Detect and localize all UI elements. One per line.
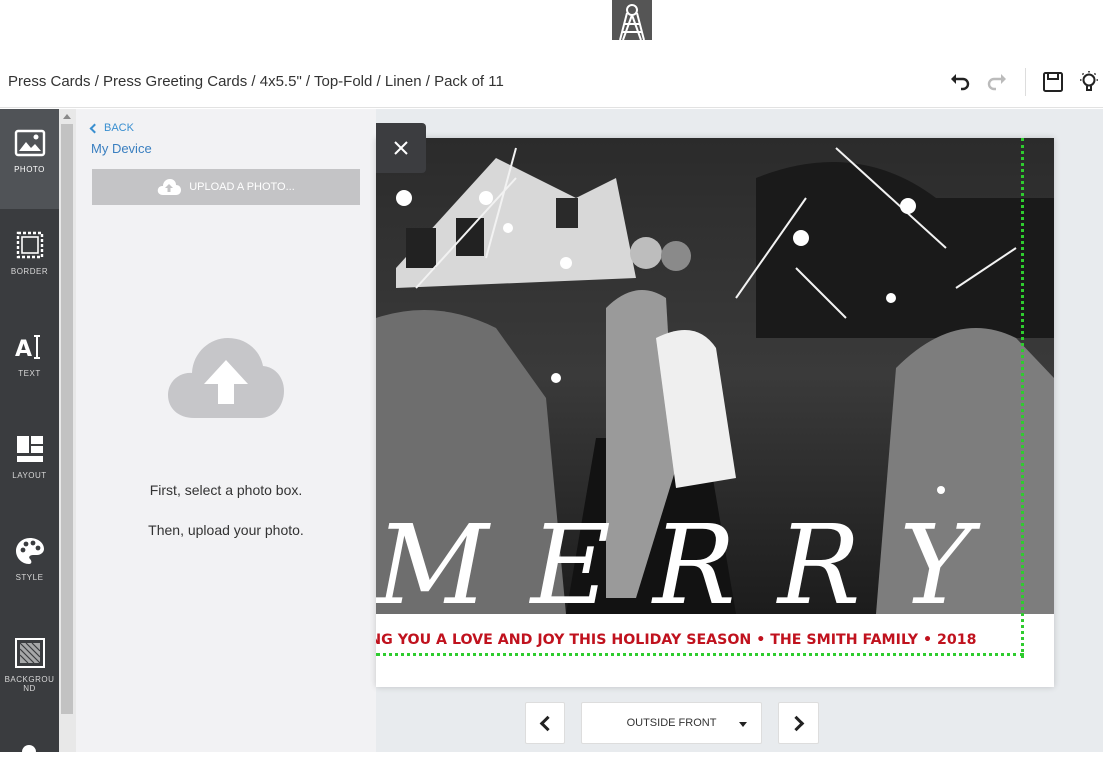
design-canvas: MERRY ING YOU A LOVE AND JOY THIS HOLIDA… bbox=[376, 109, 1103, 752]
next-page-button[interactable] bbox=[778, 702, 819, 744]
safe-area-guide-horizontal bbox=[376, 653, 1024, 656]
hint-select-box: First, select a photo box. bbox=[149, 482, 303, 498]
card-greeting[interactable]: ING YOU A LOVE AND JOY THIS HOLIDAY SEAS… bbox=[376, 632, 1054, 648]
text-icon: A bbox=[15, 335, 40, 362]
page-select[interactable]: OUTSIDE FRONT bbox=[581, 702, 762, 744]
caret-down-icon bbox=[739, 722, 747, 727]
cloud-upload-icon bbox=[168, 338, 284, 418]
safe-area-guide-vertical bbox=[1021, 138, 1024, 658]
save-icon bbox=[1043, 72, 1063, 92]
panel-scrollbar[interactable] bbox=[59, 109, 76, 752]
cloud-upload-icon bbox=[157, 179, 182, 195]
photo-panel: BACK My Device UPLOAD A PHOTO... First, … bbox=[76, 109, 376, 752]
lightbulb-icon bbox=[1080, 71, 1098, 91]
chevron-left-icon bbox=[89, 123, 100, 133]
layout-icon bbox=[16, 436, 43, 462]
brand-logo[interactable] bbox=[612, 0, 652, 40]
palette-icon bbox=[15, 538, 44, 564]
hint-upload: Then, upload your photo. bbox=[148, 522, 304, 538]
undo-button[interactable] bbox=[946, 68, 974, 96]
tool-rail: PHOTO BORDER A TEXT LAYOUT STYLE BACKGRO… bbox=[0, 109, 59, 759]
tips-button[interactable] bbox=[1075, 68, 1103, 96]
rail-item-layout[interactable]: LAYOUT bbox=[0, 415, 59, 515]
toolbar-divider bbox=[1025, 68, 1026, 96]
scroll-thumb[interactable] bbox=[61, 124, 73, 714]
scroll-up-arrow-icon[interactable] bbox=[63, 114, 71, 119]
chevron-right-icon bbox=[788, 715, 805, 731]
redo-icon bbox=[987, 74, 1006, 91]
top-bar bbox=[0, 0, 1103, 56]
rail-item-photo[interactable]: PHOTO bbox=[0, 109, 59, 209]
background-icon bbox=[14, 638, 45, 668]
rail-item-border[interactable]: BORDER bbox=[0, 211, 59, 311]
rail-label: STYLE bbox=[15, 573, 44, 582]
rail-item-background[interactable]: BACKGROUND bbox=[0, 619, 59, 719]
rail-item-style[interactable]: STYLE bbox=[0, 517, 59, 617]
rail-more-indicator bbox=[22, 745, 36, 759]
close-icon bbox=[394, 141, 408, 155]
source-title: My Device bbox=[91, 141, 152, 156]
undo-icon bbox=[951, 74, 970, 91]
save-button[interactable] bbox=[1039, 68, 1067, 96]
card-headline[interactable]: MERRY bbox=[376, 510, 1054, 620]
breadcrumb[interactable]: Press Cards / Press Greeting Cards / 4x5… bbox=[8, 73, 504, 90]
rail-label: PHOTO bbox=[14, 165, 45, 174]
page-select-value: OUTSIDE FRONT bbox=[626, 717, 717, 729]
rail-label: TEXT bbox=[18, 369, 41, 378]
card-preview[interactable]: MERRY ING YOU A LOVE AND JOY THIS HOLIDA… bbox=[376, 138, 1054, 687]
rail-label: BACKGROUND bbox=[4, 675, 55, 693]
border-icon bbox=[16, 231, 43, 259]
photo-icon bbox=[14, 129, 45, 157]
redo-button[interactable] bbox=[983, 68, 1011, 96]
back-link[interactable]: BACK bbox=[89, 122, 134, 134]
upload-photo-button[interactable]: UPLOAD A PHOTO... bbox=[92, 169, 360, 205]
rail-label: LAYOUT bbox=[12, 471, 47, 480]
chevron-left-icon bbox=[539, 715, 555, 731]
rail-item-text[interactable]: A TEXT bbox=[0, 313, 59, 413]
breadcrumb-bar: Press Cards / Press Greeting Cards / 4x5… bbox=[0, 56, 1103, 108]
upload-label: UPLOAD A PHOTO... bbox=[189, 181, 295, 193]
prev-page-button[interactable] bbox=[525, 702, 565, 744]
svg-text:A: A bbox=[15, 337, 32, 362]
rail-label: BORDER bbox=[10, 267, 49, 276]
back-label: BACK bbox=[104, 122, 134, 134]
close-button[interactable] bbox=[376, 123, 426, 173]
